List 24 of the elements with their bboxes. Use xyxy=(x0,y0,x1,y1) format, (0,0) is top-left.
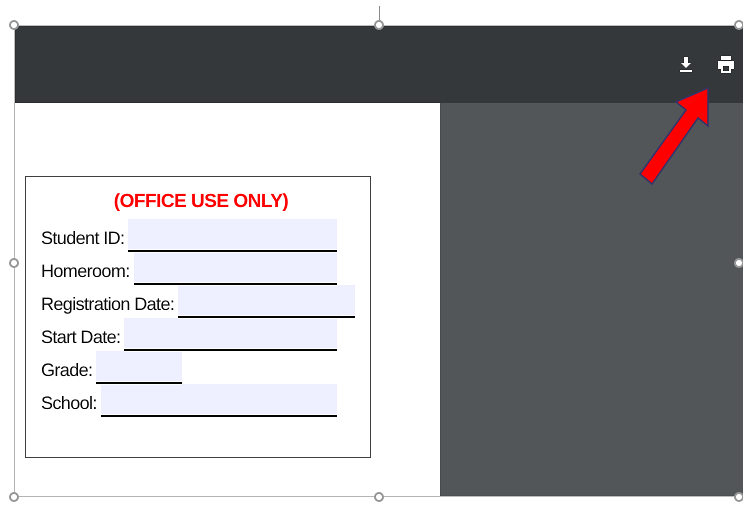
input-field[interactable] xyxy=(134,252,337,285)
field-label: Registration Date: xyxy=(41,294,174,316)
selection-handle[interactable] xyxy=(9,258,19,268)
field-label: Grade: xyxy=(41,360,92,382)
form-title: (OFFICE USE ONLY) xyxy=(112,191,290,213)
selection-handle[interactable] xyxy=(374,20,384,30)
print-button[interactable] xyxy=(716,54,736,74)
selection-handle[interactable] xyxy=(374,492,384,502)
field-label: School: xyxy=(41,393,97,415)
field-label: Homeroom: xyxy=(41,261,130,283)
print-icon xyxy=(717,56,735,73)
download-icon xyxy=(679,56,693,72)
selection-handle[interactable] xyxy=(9,492,19,502)
handle-stem xyxy=(379,6,380,21)
input-field[interactable] xyxy=(100,384,337,417)
input-field[interactable] xyxy=(96,351,182,384)
selection-handle[interactable] xyxy=(734,492,743,502)
input-field[interactable] xyxy=(128,219,337,252)
selection-handle[interactable] xyxy=(9,20,19,30)
selection-handle[interactable] xyxy=(734,20,743,30)
input-field[interactable] xyxy=(124,318,337,351)
input-field[interactable] xyxy=(178,285,356,318)
field-label: Start Date: xyxy=(41,327,120,349)
field-label: Student ID: xyxy=(41,228,124,250)
